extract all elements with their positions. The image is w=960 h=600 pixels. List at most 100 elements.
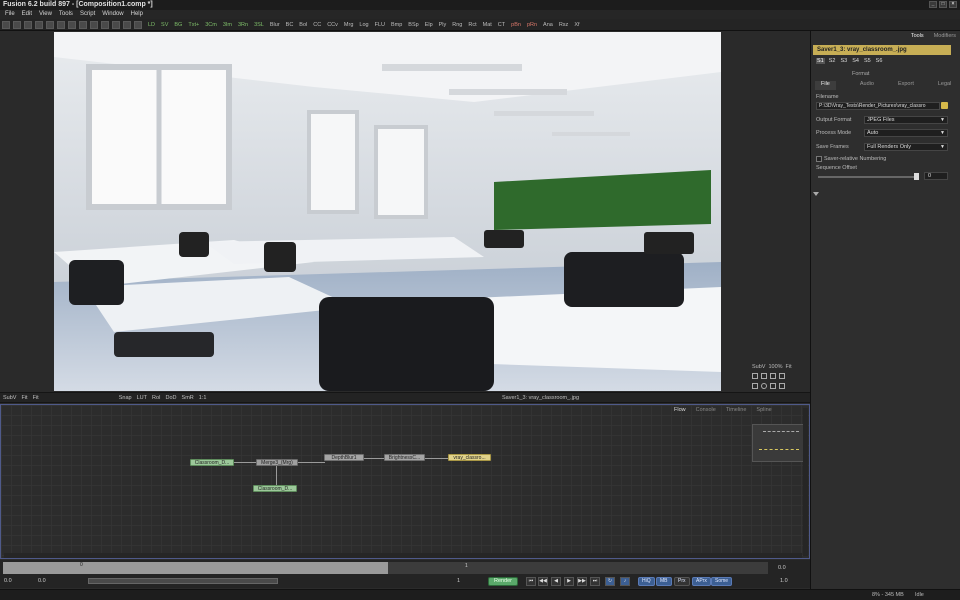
render-start[interactable]: 0.0	[38, 578, 46, 584]
tool-button-3rn[interactable]: 3Rn	[235, 19, 251, 31]
tool-button-3sl[interactable]: 3SL	[251, 19, 267, 31]
collapse-arrow-icon[interactable]	[813, 192, 819, 197]
node-brightness-contrast[interactable]: BrightnessC...	[384, 454, 425, 461]
node-saver[interactable]: vray_classro...	[448, 454, 491, 461]
menu-view[interactable]: View	[36, 10, 55, 19]
layout-3-icon[interactable]	[112, 20, 120, 29]
menu-script[interactable]: Script	[77, 10, 98, 19]
node-loader-classroom-2[interactable]: Classroom_D...	[253, 485, 297, 492]
play-icon[interactable]: ▶	[564, 577, 574, 586]
tool-button-3cm[interactable]: 3Cm	[202, 19, 220, 31]
close-button[interactable]: ×	[949, 1, 957, 8]
tab-timeline[interactable]: Timeline	[726, 407, 747, 413]
tool-button-mrg[interactable]: Mrg	[341, 19, 356, 31]
tool-button-ccv[interactable]: CCv	[324, 19, 341, 31]
channel-s5[interactable]: S5	[863, 58, 872, 64]
tool-button-bmp[interactable]: Bmp	[388, 19, 405, 31]
tool-button-ct[interactable]: CT	[495, 19, 508, 31]
one-to-one-button[interactable]: 1:1	[199, 395, 207, 401]
save-frames-select[interactable]: Full Renders Only ▼	[864, 143, 948, 151]
tool-button-ld[interactable]: LD	[145, 19, 158, 31]
paint-tool-icon[interactable]	[761, 373, 767, 379]
step-back-icon[interactable]: ◀◀	[538, 577, 548, 586]
tool-button-rct[interactable]: Rct	[465, 19, 479, 31]
loop-icon[interactable]: ↻	[605, 577, 615, 586]
cut-icon[interactable]	[35, 20, 43, 29]
channel-s4[interactable]: S4	[851, 58, 860, 64]
dod-button[interactable]: DoD	[166, 395, 177, 401]
global-start[interactable]: 0.0	[4, 578, 12, 584]
global-end[interactable]: 1.0	[780, 578, 788, 584]
menu-file[interactable]: File	[2, 10, 18, 19]
open-icon[interactable]	[13, 20, 21, 29]
hiq-button[interactable]: HiQ	[638, 577, 655, 586]
some-button[interactable]: Some	[711, 577, 733, 586]
tool-button-log[interactable]: Log	[356, 19, 371, 31]
tool-button-mat[interactable]: Mat	[480, 19, 495, 31]
first-frame-icon[interactable]: ⏮	[526, 577, 536, 586]
node-loader-classroom[interactable]: Classroom_D...	[190, 459, 234, 466]
maximize-button[interactable]: □	[939, 1, 947, 8]
mb-button[interactable]: MB	[656, 577, 672, 586]
channel-s3[interactable]: S3	[839, 58, 848, 64]
paste-icon[interactable]	[57, 20, 65, 29]
flow-editor[interactable]	[0, 404, 810, 559]
redo-icon[interactable]	[79, 20, 87, 29]
viewer-subv[interactable]: SubV	[752, 364, 765, 370]
channel-s6[interactable]: S6	[875, 58, 884, 64]
polyline-tool-icon[interactable]	[770, 373, 776, 379]
tab-modifiers[interactable]: Modifiers	[934, 33, 956, 42]
time-ruler-rest[interactable]: 1	[388, 562, 768, 574]
tool-button-elp[interactable]: Elp	[422, 19, 436, 31]
layout-4-icon[interactable]	[123, 20, 131, 29]
fit-2-button[interactable]: Fit	[33, 395, 39, 401]
roi-button[interactable]: RoI	[152, 395, 161, 401]
tab-tools[interactable]: Tools	[911, 33, 924, 42]
rectangle-tool-icon[interactable]	[752, 383, 758, 389]
last-frame-icon[interactable]: ⏭	[590, 577, 600, 586]
viewer-zoom[interactable]: 100%	[768, 364, 782, 370]
minimize-button[interactable]: _	[929, 1, 937, 8]
tool-button-xf[interactable]: Xf	[571, 19, 582, 31]
output-format-select[interactable]: JPEG Files ▼	[864, 116, 948, 124]
tab-console[interactable]: Console	[696, 407, 716, 413]
text-tool-icon[interactable]	[770, 383, 776, 389]
sequence-offset-slider[interactable]	[818, 176, 918, 178]
tool-button-rng[interactable]: Rng	[449, 19, 465, 31]
play-reverse-icon[interactable]: ◀	[551, 577, 561, 586]
tab-spline[interactable]: Spline	[756, 407, 771, 413]
tool-button-ply[interactable]: Ply	[436, 19, 450, 31]
snap-button[interactable]: Snap	[119, 395, 132, 401]
bspline-tool-icon[interactable]	[779, 383, 785, 389]
tool-button-sv[interactable]: SV	[158, 19, 171, 31]
line-tool-icon[interactable]	[752, 373, 758, 379]
layout-icon[interactable]	[90, 20, 98, 29]
prx-button[interactable]: Prx	[674, 577, 690, 586]
save-icon[interactable]	[24, 20, 32, 29]
tab-audio[interactable]: Audio	[860, 81, 874, 90]
tab-file[interactable]: File	[815, 81, 836, 90]
new-icon[interactable]	[2, 20, 10, 29]
render-end[interactable]: 1	[457, 578, 460, 584]
tool-header[interactable]: Saver1_3: vray_classroom_.jpg	[813, 45, 951, 55]
viewer-fit[interactable]: Fit	[786, 364, 792, 370]
tool-button-prn[interactable]: pRn	[524, 19, 540, 31]
render-preview-image[interactable]	[54, 32, 721, 391]
tool-button-flu[interactable]: FLU	[372, 19, 388, 31]
slider-handle[interactable]	[914, 173, 919, 180]
tool-button-pbn[interactable]: pBn	[508, 19, 524, 31]
aprx-button[interactable]: APrx	[692, 577, 711, 586]
flow-navigator[interactable]	[752, 424, 805, 462]
time-slider[interactable]	[88, 578, 278, 584]
tool-button-blur[interactable]: Blur	[267, 19, 283, 31]
folder-icon[interactable]	[941, 102, 948, 109]
layout-5-icon[interactable]	[134, 20, 142, 29]
menu-help[interactable]: Help	[128, 10, 146, 19]
menu-tools[interactable]: Tools	[56, 10, 76, 19]
render-button[interactable]: Render	[488, 577, 518, 586]
step-forward-icon[interactable]: ▶▶	[577, 577, 587, 586]
flow-horizontal-scrollbar[interactable]	[4, 553, 802, 558]
channel-s1[interactable]: S1	[816, 58, 825, 64]
channel-s2[interactable]: S2	[828, 58, 837, 64]
tool-button-bc[interactable]: BC	[283, 19, 297, 31]
